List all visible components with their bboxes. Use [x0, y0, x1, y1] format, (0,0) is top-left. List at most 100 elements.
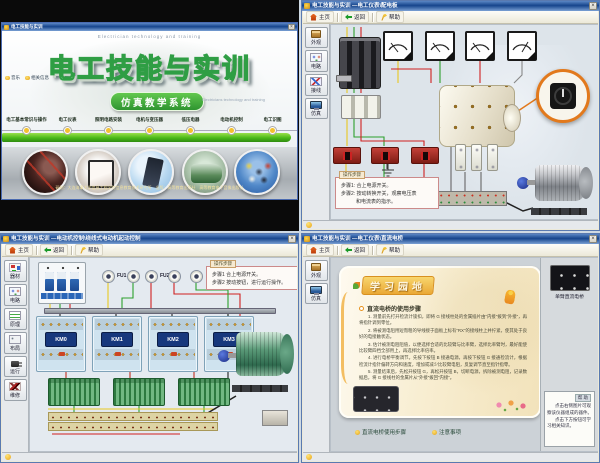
sidebar-item-circuit[interactable]: 电路 [4, 284, 27, 306]
close-button[interactable]: × [589, 2, 597, 10]
app-icon [304, 3, 310, 9]
fuse-block[interactable] [341, 95, 381, 119]
paragraph: 2. 将被测电阻用短而粗的导线接于面板上标有“RX”的接线柱上并拧紧，使其处于良… [359, 328, 527, 341]
sidebar-item-layout[interactable]: 布局 [4, 332, 27, 354]
help-tab: 帮 助 [575, 394, 591, 402]
window-titlebar: 电工技能与实训 —电动机控制\绕线式电动机起动控制 × [1, 234, 298, 244]
panel-meters-window: 电工技能与实训 —电工仪表\配电板 × 主页 返回 帮助 外观 电路 接线 仿真 [301, 0, 600, 231]
contactor[interactable]: KM2 [148, 316, 198, 372]
selector-knob[interactable] [550, 83, 576, 109]
menu-item-motorcontrol[interactable]: 电动机控制 [211, 117, 252, 135]
menu-bead-icon [145, 126, 154, 135]
sidebar-item-simulation[interactable]: 仿真 [305, 98, 328, 119]
close-button[interactable]: × [288, 24, 295, 30]
menu-item-lighting[interactable]: 照明电路安装 [88, 117, 129, 135]
help-icon [380, 14, 387, 21]
window-titlebar: 电工技能与实训 × [2, 23, 297, 31]
motor [517, 163, 598, 215]
sidebar-item-wiring[interactable]: 接线 [305, 74, 328, 96]
simulation-canvas: FU1 FU2 操作步骤 步骤1 合上电源开关。 步骤2 按动按钮，进行运行操作… [29, 257, 297, 452]
content-heading: 直流电桥的使用步骤 [359, 304, 421, 313]
sidebar-item-simulation[interactable]: 仿真 [305, 283, 328, 304]
steps-tab: 操作步骤 [210, 260, 236, 268]
paragraph: 1. 测量前先打开检流计锁扣，即将 G 接线柱处的金属插片由“内接”拨到“外接”… [359, 314, 527, 327]
status-bar [303, 220, 598, 229]
sidebar-item-appearance[interactable]: 外观 [305, 27, 328, 48]
step-line: 和电流表的指示。 [341, 198, 435, 206]
motor-control-quadrant: 电工技能与实训 —电动机控制\绕线式电动机起动控制 × 主页 返回 帮助 器材 … [0, 233, 299, 463]
contactor-label: KM2 [157, 332, 189, 347]
voltmeter [507, 31, 537, 61]
accent-curve [341, 292, 355, 384]
home-button[interactable]: 主页 [306, 244, 334, 256]
status-ball-icon [306, 454, 312, 460]
bullet-icon [355, 430, 360, 435]
lesson-panel: 学习园地 直流电桥的使用步骤 1. 测量前先打开检流计锁扣，即将 G 接线柱处的… [339, 266, 541, 418]
grid-icon [9, 335, 21, 344]
document-icon [9, 311, 21, 320]
back-icon [345, 14, 352, 21]
home-icon [310, 14, 317, 21]
contactor[interactable]: KM0 [36, 316, 86, 372]
home-button[interactable]: 主页 [306, 11, 334, 23]
dc-bridge-quadrant: 电工技能与实训 —电工仪表\直流电桥 × 主页 返回 帮助 外观 仿真 学习园地 [301, 233, 600, 463]
close-button[interactable]: × [589, 235, 597, 243]
sidebar-item-circuit[interactable]: 电路 [305, 50, 328, 72]
sidebar-item-principle[interactable]: 原理 [4, 308, 27, 330]
current-transformer [371, 147, 399, 164]
splash-quadrant: 电工技能与实训 × Electrician technology and tra… [0, 0, 299, 231]
terminal-row [430, 199, 506, 206]
sidebar-item-run[interactable]: 运行 [4, 356, 27, 377]
rotary-changeover-switch[interactable] [439, 85, 515, 147]
leaf-icon [353, 282, 360, 289]
monitor-icon [310, 286, 322, 294]
help-button[interactable]: 帮助 [376, 11, 404, 23]
back-button[interactable]: 返回 [40, 244, 68, 256]
step-line: 步骤2: 按动转换开关，观察电压表 [341, 190, 435, 198]
back-icon [44, 247, 51, 254]
resistor-bank [48, 378, 100, 406]
subtitle-banner: 仿真教学系统 [110, 92, 204, 111]
window-title: 电工技能与实训 —电动机控制\绕线式电动机起动控制 [11, 234, 286, 244]
home-button[interactable]: 主页 [5, 244, 33, 256]
app-icon [304, 236, 310, 242]
toolbar-separator [337, 13, 338, 22]
menu-item-machines[interactable]: 电机与变压器 [129, 117, 170, 135]
instrument-thumbnail[interactable] [550, 265, 590, 291]
circuit-breaker[interactable] [38, 262, 86, 304]
menu-item-diagrams[interactable]: 电工识图 [252, 117, 293, 135]
menu-item-lowvoltage[interactable]: 低压电器 [170, 117, 211, 135]
sidebar-item-repair[interactable]: 维修 [4, 379, 27, 401]
fuse-label: FU1 [117, 273, 126, 279]
status-ball-icon [306, 222, 312, 228]
back-button[interactable]: 返回 [341, 244, 369, 256]
sidebar-item-appearance[interactable]: 外观 [305, 260, 328, 281]
help-button[interactable]: 帮助 [376, 244, 404, 256]
back-label: 返回 [354, 13, 365, 21]
window-title: 电工技能与实训 [11, 23, 286, 31]
round-fuse [127, 270, 140, 283]
flowers-decoration [491, 396, 531, 414]
sidebar: 外观 仿真 [303, 257, 330, 452]
lesson-header: 学习园地 [353, 276, 434, 295]
menu-item-basics[interactable]: 电工基本常识与操作 [6, 117, 47, 135]
thumbnail-label: 单臂直流电桥 [541, 293, 598, 300]
magnifier-callout [536, 69, 590, 123]
photo-band: 研制：大连海事大学信息工程学院信息教育技术研究所 出版：高等教育出版社 高等教育… [2, 147, 297, 199]
sidebar-item-equipment[interactable]: 器材 [4, 260, 27, 282]
option-usage-steps[interactable]: 直流电桥使用步骤 [355, 428, 406, 436]
help-button[interactable]: 帮助 [75, 244, 103, 256]
splash-window: 电工技能与实训 × Electrician technology and tra… [1, 22, 298, 200]
current-transformer [333, 147, 361, 164]
back-button[interactable]: 返回 [341, 11, 369, 23]
menu-item-meters[interactable]: 电工仪表 [47, 117, 88, 135]
step-line: 步骤1: 合上电源开关。 [341, 182, 435, 190]
close-button[interactable]: × [288, 235, 296, 243]
contactor[interactable]: KM1 [92, 316, 142, 372]
motor-control-window: 电工技能与实训 —电动机控制\绕线式电动机起动控制 × 主页 返回 帮助 器材 … [0, 233, 299, 463]
round-fuse [168, 270, 181, 283]
bullet-ring-icon [359, 306, 364, 311]
knife-switch[interactable] [339, 37, 381, 89]
contactor-label: KM1 [101, 332, 133, 347]
option-notes[interactable]: 注意事项 [432, 428, 461, 436]
